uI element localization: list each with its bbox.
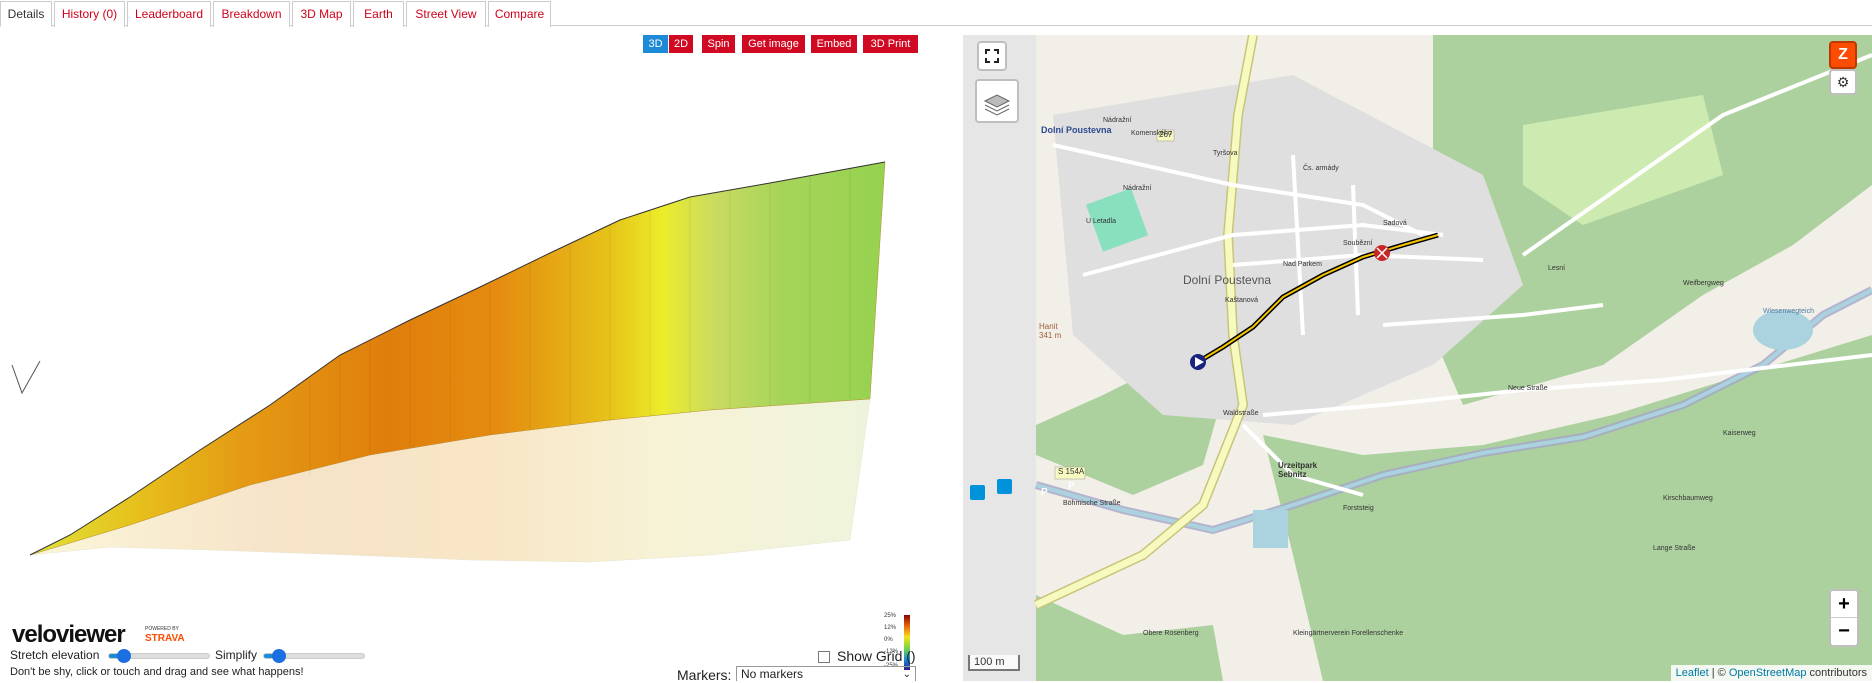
map-parking-label: P xyxy=(1068,481,1075,492)
tab-history[interactable]: History (0) xyxy=(54,1,125,27)
layers-button[interactable] xyxy=(975,79,1019,123)
map-street-label: Nádražní xyxy=(1103,117,1132,124)
legend-label-25: 25% xyxy=(884,613,897,619)
map-road-s154a: S 154A xyxy=(1058,467,1085,476)
elevation-3d-view[interactable]: 25% 12% 0% -12% -25% xyxy=(10,35,916,670)
strava-heatmap-button[interactable]: Z xyxy=(1829,41,1857,69)
simplify-slider-knob[interactable] xyxy=(272,649,286,663)
logo-brand: veloviewer xyxy=(12,621,126,648)
attrib-separator: | © xyxy=(1708,667,1729,679)
map-scale: 100 m xyxy=(968,655,1020,671)
tab-breakdown[interactable]: Breakdown xyxy=(213,1,290,27)
profile-controls: Stretch elevation Simplify Show Grid () … xyxy=(10,648,920,683)
map-street-label: Nádražní xyxy=(1123,185,1152,192)
zoom-in-button[interactable]: + xyxy=(1831,591,1857,618)
osm-link[interactable]: OpenStreetMap xyxy=(1729,667,1807,679)
markers-select[interactable]: No markers ⌄ xyxy=(736,666,916,681)
map-label-park: Urzeitpark Sebnitz xyxy=(1278,461,1318,479)
map-street-label: Weifbergweg xyxy=(1683,280,1724,287)
tab-details[interactable]: Details xyxy=(0,1,52,27)
map-street-label: Kaštanová xyxy=(1225,297,1259,304)
logo-powered-by: POWERED BY xyxy=(145,626,179,632)
map-street-label: Komenského xyxy=(1131,130,1172,137)
map-street-label: Böhmische Straße xyxy=(1063,500,1121,507)
elevation-profile-graphic[interactable] xyxy=(10,35,916,645)
stretch-slider[interactable] xyxy=(108,649,210,663)
parking-icon xyxy=(997,479,1012,494)
map-settings-button[interactable]: ⚙ xyxy=(1829,69,1857,95)
map-street-label: Obere Rosenberg xyxy=(1143,630,1199,637)
map-label-town: Dolní Poustevna xyxy=(1183,273,1272,287)
spin-button[interactable]: Spin xyxy=(702,35,735,53)
attrib-contributors: contributors xyxy=(1806,667,1867,679)
map-street-label: Soubězní xyxy=(1343,240,1373,247)
fullscreen-button[interactable] xyxy=(977,41,1007,71)
map-street-label: Kirschbaumweg xyxy=(1663,495,1713,502)
parking-icon xyxy=(970,485,985,500)
view-3d-button[interactable]: 3D xyxy=(643,35,668,53)
tab-compare[interactable]: Compare xyxy=(488,1,551,27)
tab-earth[interactable]: Earth xyxy=(353,1,404,27)
tab-bar: Details History (0) Leaderboard Breakdow… xyxy=(0,0,1872,27)
gear-icon: ⚙ xyxy=(1836,74,1850,90)
show-grid-label: Show Grid () xyxy=(837,648,916,664)
view-2d-button[interactable]: 2D xyxy=(669,35,693,53)
route-map[interactable]: Dolní Poustevna Dolní Poustevna Urzeitpa… xyxy=(963,35,1872,681)
map-street-label: Wiesenwegteich xyxy=(1763,308,1814,315)
map-street-label: Forststeig xyxy=(1343,505,1374,512)
map-street-label: Tyršova xyxy=(1213,150,1238,157)
map-street-label: Nad Parkem xyxy=(1283,261,1322,268)
tab-3d-map[interactable]: 3D Map xyxy=(292,1,351,27)
map-label-elev: 341 m xyxy=(1039,331,1062,340)
map-street-label: Čs. armády xyxy=(1303,165,1339,172)
simplify-label: Simplify xyxy=(215,648,258,662)
stretch-label: Stretch elevation xyxy=(10,648,100,662)
map-street-label: U Letadla xyxy=(1086,218,1116,225)
legend-label-12: 12% xyxy=(884,625,897,631)
leaflet-link[interactable]: Leaflet xyxy=(1676,667,1709,679)
map-street-label: Lange Straße xyxy=(1653,545,1696,552)
map-street-label: Kaiserweg xyxy=(1723,430,1756,437)
get-image-button[interactable]: Get image xyxy=(742,35,805,53)
legend-label-0: 0% xyxy=(884,637,893,643)
map-parking-label: P xyxy=(1041,487,1048,498)
map-attribution: Leaflet | © OpenStreetMap contributors xyxy=(1670,665,1872,681)
logo-strava: STRAVA xyxy=(145,633,185,644)
map-street-label: Kleingärtnerverein Forellenschenke xyxy=(1293,630,1404,637)
map-street-label: Lesní xyxy=(1548,265,1566,272)
map-street-label: Sadová xyxy=(1383,220,1407,227)
zoom-out-button[interactable]: − xyxy=(1831,618,1857,645)
map-label-hamlet: Hanit xyxy=(1039,322,1058,331)
3d-print-button[interactable]: 3D Print xyxy=(863,35,918,53)
stretch-slider-knob[interactable] xyxy=(117,649,131,663)
map-street-label: Waldstraße xyxy=(1223,410,1259,417)
hint-text: Don't be shy, click or touch and drag an… xyxy=(10,666,304,678)
map-street-label: Neue Straße xyxy=(1508,385,1548,392)
tab-street-view[interactable]: Street View xyxy=(406,1,486,27)
veloviewer-logo: veloviewer POWERED BY STRAVA xyxy=(12,622,194,648)
layers-icon xyxy=(983,94,1011,116)
embed-button[interactable]: Embed xyxy=(811,35,857,53)
simplify-slider[interactable] xyxy=(263,649,365,663)
zoom-control: + − xyxy=(1829,589,1859,647)
tab-leaderboard[interactable]: Leaderboard xyxy=(127,1,211,27)
fullscreen-icon xyxy=(985,49,999,63)
chevron-down-icon: ⌄ xyxy=(902,669,911,680)
strava-icon: Z xyxy=(1838,46,1848,63)
markers-select-value: No markers xyxy=(741,667,804,681)
map-label-town-top: Dolní Poustevna xyxy=(1041,125,1112,135)
show-grid-checkbox[interactable] xyxy=(818,651,830,663)
